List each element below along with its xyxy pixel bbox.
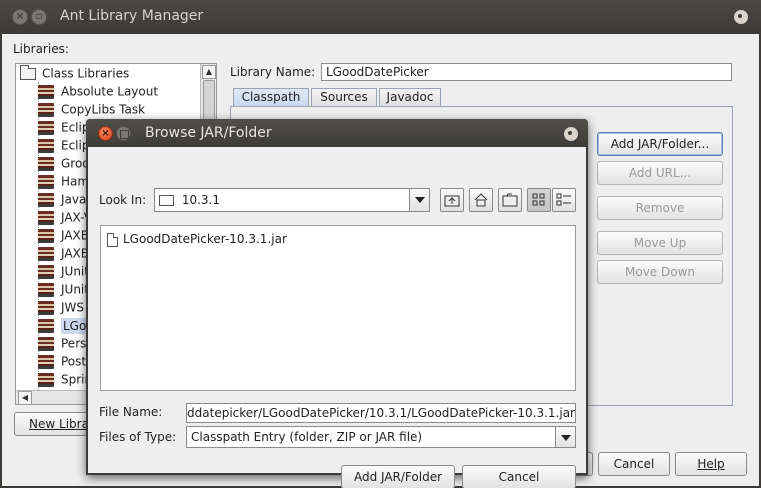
tree-item[interactable]: Groo <box>38 156 90 174</box>
library-name-field[interactable]: LGoodDatePicker <box>321 63 732 81</box>
tree-item[interactable]: Ham <box>38 174 89 192</box>
file-icon <box>107 232 118 247</box>
window-title: Ant Library Manager <box>60 8 204 24</box>
library-icon <box>38 300 54 315</box>
add-url-button[interactable]: Add URL... <box>597 161 723 185</box>
tree-item-label: JAXB <box>61 246 89 261</box>
tree-item-label: Absolute Layout <box>61 84 159 99</box>
library-icon <box>38 192 54 207</box>
library-icon <box>38 336 54 351</box>
tab-sources[interactable]: Sources <box>311 88 377 107</box>
tree-item[interactable]: Eclip <box>38 120 89 138</box>
new-folder-icon <box>502 193 518 207</box>
library-icon <box>38 84 54 99</box>
home-button[interactable] <box>469 188 493 212</box>
tree-item[interactable]: JWS . <box>38 300 92 318</box>
home-icon <box>474 193 488 207</box>
tree-item-label: Post <box>61 354 87 369</box>
help-button[interactable]: Help <box>675 452 747 476</box>
files-of-type-combo[interactable]: Classpath Entry (folder, ZIP or JAR file… <box>186 426 576 448</box>
details-view-button[interactable] <box>552 188 576 212</box>
minimize-icon[interactable]: ▫ <box>31 9 47 25</box>
tree-item[interactable]: JUnit <box>38 282 89 300</box>
tree-item-label: JAXB <box>61 228 89 243</box>
tree-item-label: JUnit <box>61 264 89 279</box>
details-view-icon <box>556 193 571 206</box>
look-in-combo[interactable]: 10.3.1 <box>154 188 430 212</box>
tree-item[interactable]: Eclip <box>38 138 89 156</box>
file-item[interactable]: LGoodDatePicker-10.3.1.jar <box>107 232 287 247</box>
chevron-down-icon[interactable] <box>555 427 575 447</box>
chevron-down-icon[interactable] <box>409 189 429 211</box>
cancel-button[interactable]: Cancel <box>598 452 670 476</box>
tree-item[interactable]: JAXB <box>38 228 89 246</box>
scroll-up-icon[interactable]: ▲ <box>202 65 216 79</box>
window-menu-icon[interactable] <box>564 127 578 141</box>
library-icon <box>38 138 54 153</box>
tree-item[interactable]: JAX-V <box>38 210 92 228</box>
tree-item-label: Ham <box>61 174 90 189</box>
minimize-icon[interactable] <box>116 126 131 141</box>
file-list[interactable]: LGoodDatePicker-10.3.1.jar <box>100 225 576 391</box>
library-icon <box>38 102 54 117</box>
library-icon <box>38 318 54 333</box>
look-in-label: Look In: <box>99 193 147 207</box>
close-icon[interactable]: × <box>12 9 28 25</box>
library-icon <box>38 372 54 387</box>
folder-icon <box>20 64 36 80</box>
tree-item[interactable]: Sprin <box>38 372 92 390</box>
tree-item[interactable]: Pers <box>38 336 86 354</box>
tree-item-label: Java <box>61 192 87 207</box>
tree-item[interactable]: Java <box>38 192 86 210</box>
tree-root[interactable]: Class Libraries <box>20 64 129 84</box>
libraries-label: Libraries: <box>13 42 69 56</box>
files-of-type-label: Files of Type: <box>99 430 177 444</box>
new-folder-button[interactable] <box>498 188 522 212</box>
up-one-level-button[interactable] <box>440 188 464 212</box>
folder-up-icon <box>444 195 460 207</box>
library-icon <box>38 210 54 225</box>
add-jar-folder-button[interactable]: Add JAR/Folder... <box>597 132 723 156</box>
library-icon <box>38 156 54 171</box>
library-icon <box>38 228 54 243</box>
folder-icon <box>159 195 174 206</box>
browse-jar-folder-dialog: × Browse JAR/Folder Look In: 10.3.1 LGoo… <box>86 119 588 488</box>
dialog-client-area: Look In: 10.3.1 LGoodDatePicker-10.3.1.j… <box>88 147 586 488</box>
library-icon <box>38 120 54 135</box>
tree-item-label: JUnit <box>61 282 89 297</box>
library-icon <box>38 174 54 189</box>
close-icon[interactable]: × <box>98 126 113 141</box>
scroll-left-icon[interactable]: ◀ <box>18 391 32 404</box>
file-name-field[interactable]: gooddatepicker/LGoodDatePicker/10.3.1/LG… <box>186 403 576 423</box>
tree-item-label: CopyLibs Task <box>61 102 146 117</box>
remove-button[interactable]: Remove <box>597 196 723 220</box>
library-icon <box>38 354 54 369</box>
library-icon <box>38 246 54 261</box>
window-titlebar[interactable]: × ▫ Ant Library Manager <box>0 0 761 34</box>
tab-javadoc[interactable]: Javadoc <box>379 88 441 107</box>
dialog-cancel-button[interactable]: Cancel <box>462 465 576 488</box>
list-view-icon <box>532 193 545 206</box>
dialog-title: Browse JAR/Folder <box>145 125 272 141</box>
move-down-button[interactable]: Move Down <box>597 260 723 284</box>
file-name-label: File Name: <box>99 405 163 419</box>
tree-item-label: Pers <box>61 336 87 351</box>
tree-item[interactable]: Post <box>38 354 86 372</box>
window-menu-icon[interactable] <box>734 10 748 24</box>
tree-item[interactable]: JAXB <box>38 246 89 264</box>
library-icon <box>38 282 54 297</box>
list-view-button[interactable] <box>527 188 551 212</box>
tree-item[interactable]: Absolute Layout <box>38 84 158 102</box>
tab-classpath[interactable]: Classpath <box>233 88 309 108</box>
tree-item[interactable]: JUnit <box>38 264 89 282</box>
library-icon <box>38 264 54 279</box>
move-up-button[interactable]: Move Up <box>597 231 723 255</box>
add-jar-folder-dialog-button[interactable]: Add JAR/Folder <box>341 465 455 488</box>
library-name-label: Library Name: <box>230 65 316 79</box>
dialog-titlebar[interactable]: × Browse JAR/Folder <box>86 119 588 147</box>
tree-item[interactable]: CopyLibs Task <box>38 102 145 120</box>
